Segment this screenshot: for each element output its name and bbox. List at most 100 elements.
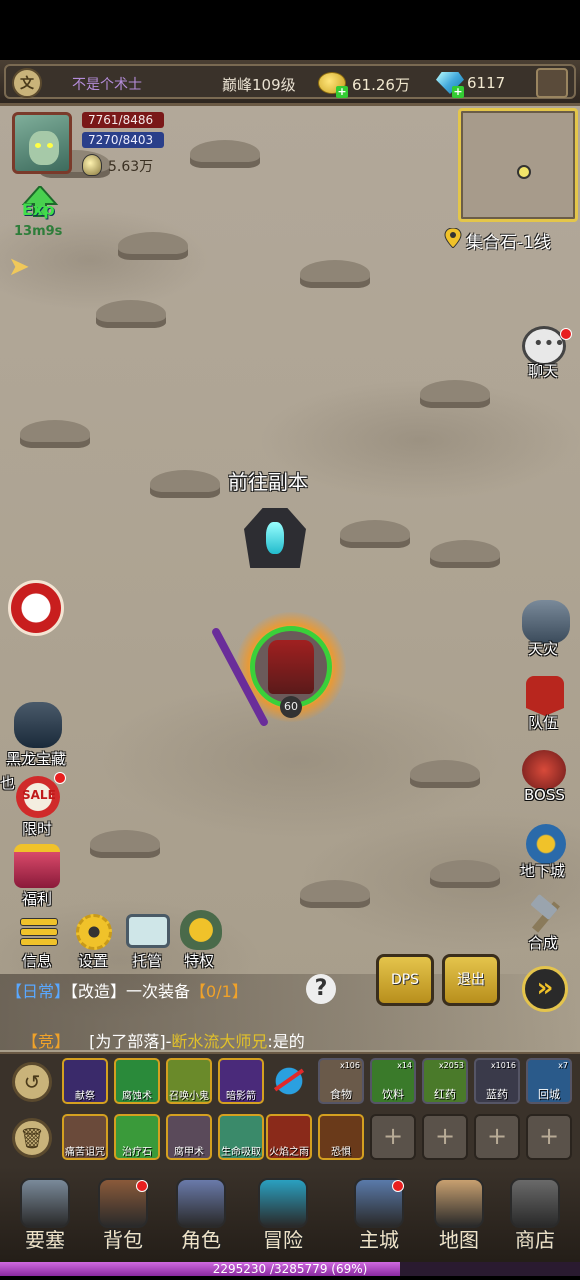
- skill-label: 腐甲术: [174, 1147, 204, 1158]
- auto-play-monitor-icon[interactable]: [126, 914, 170, 948]
- scourge-label: 天灾: [528, 640, 559, 658]
- skill-label: 恐惧: [331, 1147, 351, 1158]
- nav-item[interactable]: 角色: [166, 1170, 236, 1256]
- nav-notification-dot: [136, 1180, 148, 1192]
- chat-channel-tag: 【竞】: [22, 1032, 71, 1051]
- dps-button[interactable]: DPS: [376, 954, 434, 1006]
- skill-label: 召唤小鬼: [169, 1091, 209, 1102]
- partial-text: 也: [0, 774, 16, 792]
- empty-slot-add-button[interactable]: +: [370, 1114, 416, 1160]
- dungeon-portal-label[interactable]: 前往副本: [228, 466, 308, 495]
- info-menu-icon[interactable]: [20, 916, 58, 950]
- empty-slot-add-button[interactable]: +: [526, 1114, 572, 1160]
- chat-text: :是的: [267, 1032, 305, 1051]
- craft-hammer-icon[interactable]: [526, 893, 566, 936]
- skill-slot[interactable]: 腐蚀术: [114, 1058, 160, 1104]
- limited-notification-dot: [54, 772, 66, 784]
- item-count: x7: [558, 1061, 568, 1070]
- item-slot[interactable]: x2053 红药: [422, 1058, 468, 1104]
- empty-slot-add-button[interactable]: +: [474, 1114, 520, 1160]
- exp-label[interactable]: Exp: [22, 200, 55, 219]
- skill-slot[interactable]: 召唤小鬼: [166, 1058, 212, 1104]
- skill-slot[interactable]: 火焰之雨: [266, 1114, 312, 1160]
- expand-arrow-icon[interactable]: ➤: [8, 254, 40, 280]
- welfare-label: 福利: [22, 890, 53, 908]
- privilege-label: 特权: [184, 952, 215, 970]
- gear-icon[interactable]: [76, 914, 112, 950]
- nav-label: 冒险: [263, 1228, 303, 1252]
- minimap[interactable]: [458, 108, 578, 222]
- combat-power-icon: [82, 154, 102, 176]
- item-slot[interactable]: x1016 蓝药: [474, 1058, 520, 1104]
- nav-icon: [20, 1178, 70, 1228]
- add-gold-button[interactable]: +: [336, 86, 348, 98]
- boss-label: BOSS: [524, 786, 565, 804]
- item-label: 回城: [538, 1088, 560, 1101]
- red-dragon-event-icon[interactable]: [8, 580, 64, 636]
- hero-level-badge: 60: [280, 696, 302, 718]
- nav-label: 背包: [103, 1228, 143, 1252]
- nav-icon: [258, 1178, 308, 1228]
- swap-skills-button[interactable]: ↺: [12, 1062, 52, 1102]
- skill-label: 腐蚀术: [122, 1091, 152, 1102]
- auto-label: 托管: [132, 952, 163, 970]
- gift-icon[interactable]: [14, 844, 60, 888]
- help-button[interactable]: ?: [306, 974, 336, 1004]
- skill-label: 暗影箭: [226, 1091, 256, 1102]
- nav-item[interactable]: 商店: [500, 1170, 570, 1256]
- hp-bar: 7761/8486: [82, 112, 164, 128]
- hero-sprite: [268, 640, 314, 694]
- player-name: 不是个术士: [72, 77, 142, 93]
- item-count: x1016: [490, 1061, 516, 1070]
- item-label: 蓝药: [486, 1088, 508, 1101]
- dungeon-portal-icon[interactable]: [526, 824, 566, 864]
- wizard-hat-icon[interactable]: [536, 68, 568, 98]
- nav-item[interactable]: 要塞: [10, 1170, 80, 1256]
- chat-sender[interactable]: 断水流大师兄: [171, 1032, 267, 1051]
- quest-tag: 【日常】: [6, 982, 71, 1001]
- item-slot[interactable]: x7 回城: [526, 1058, 572, 1104]
- quest-tracker[interactable]: 【日常】【改造】一次装备【0/1】: [6, 978, 248, 1002]
- black-dragon-icon[interactable]: [14, 702, 62, 748]
- player-avatar[interactable]: [12, 112, 72, 174]
- skill-slot[interactable]: 暗影箭: [218, 1058, 264, 1104]
- item-count: x14: [397, 1061, 412, 1070]
- speed-up-button[interactable]: »: [522, 966, 568, 1012]
- quest-text: 【改造】一次装备: [70, 982, 191, 1001]
- guild-emblem-icon[interactable]: 文: [12, 68, 42, 98]
- item-slot[interactable]: x14 饮料: [370, 1058, 416, 1104]
- sale-icon[interactable]: SALE: [16, 776, 60, 818]
- nav-icon: [510, 1178, 560, 1228]
- team-banner-icon[interactable]: [526, 676, 564, 716]
- chat-guild: [为了部落]-: [89, 1032, 172, 1051]
- skill-slot[interactable]: 腐甲术: [166, 1114, 212, 1160]
- skill-slot[interactable]: 生命吸取: [218, 1114, 264, 1160]
- nav-icon: [434, 1178, 484, 1228]
- add-diamond-button[interactable]: +: [452, 86, 464, 98]
- discard-trash-button[interactable]: 🗑: [12, 1118, 52, 1158]
- location-name[interactable]: 集合石-1线: [466, 228, 551, 253]
- item-slot[interactable]: x106 食物: [318, 1058, 364, 1104]
- item-label: 红药: [434, 1088, 456, 1101]
- skill-label: 献祭: [75, 1091, 95, 1102]
- skill-slot[interactable]: 痛苦诅咒: [62, 1114, 108, 1160]
- nav-item[interactable]: 地图: [424, 1170, 494, 1256]
- skill-slot[interactable]: 献祭: [62, 1058, 108, 1104]
- nav-notification-dot: [392, 1180, 404, 1192]
- chat-label: 聊天: [528, 362, 559, 380]
- privilege-crest-icon[interactable]: [180, 910, 222, 950]
- skill-label: 治疗石: [122, 1147, 152, 1158]
- nav-item[interactable]: 冒险: [248, 1170, 318, 1256]
- player-position-marker: [517, 165, 531, 179]
- mp-bar: 7270/8403: [82, 132, 164, 148]
- empty-slot-add-button[interactable]: +: [422, 1114, 468, 1160]
- gold-amount: 61.26万: [352, 76, 410, 94]
- skill-label: 生命吸取: [221, 1147, 261, 1158]
- exit-button[interactable]: 退出: [442, 954, 500, 1006]
- location-pin-icon: [444, 228, 462, 248]
- settings-label: 设置: [78, 952, 109, 970]
- skill-slot[interactable]: 治疗石: [114, 1114, 160, 1160]
- boss-skull-icon[interactable]: [522, 750, 566, 790]
- cancel-target-icon[interactable]: [266, 1058, 312, 1104]
- skill-slot[interactable]: 恐惧: [318, 1114, 364, 1160]
